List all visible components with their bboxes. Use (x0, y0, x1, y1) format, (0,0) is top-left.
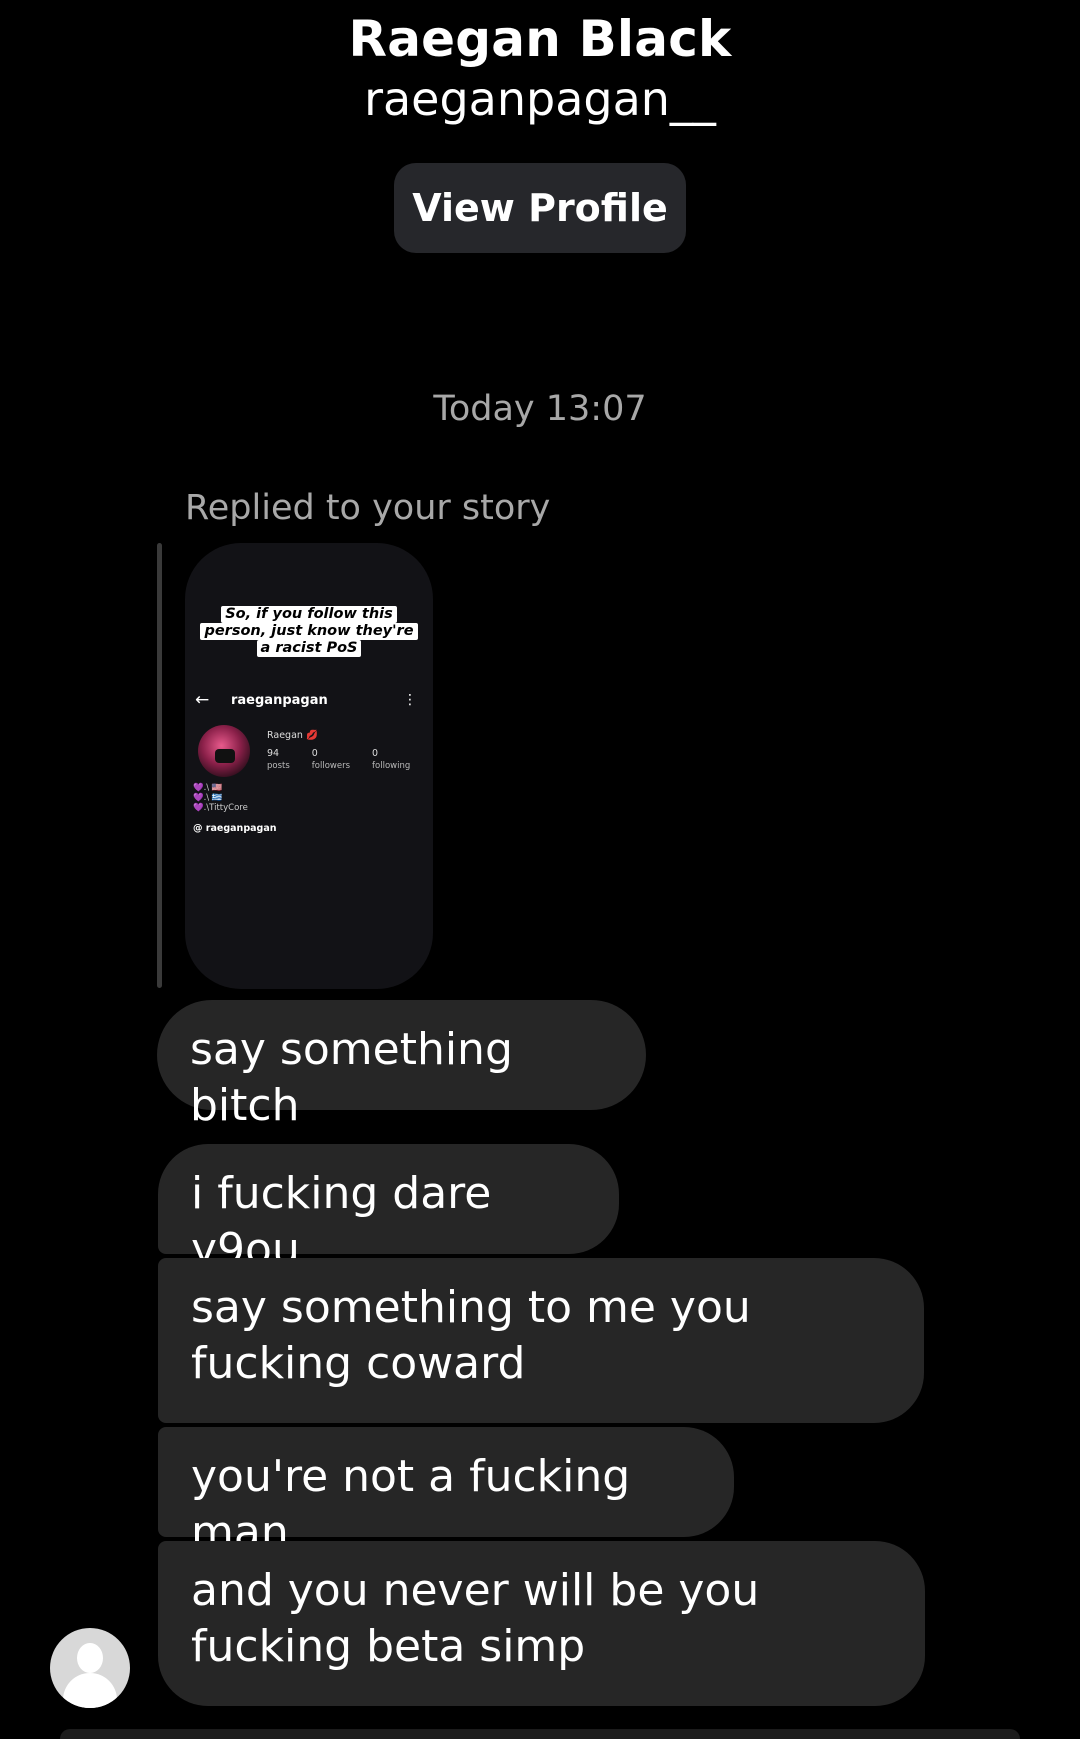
message-bubble[interactable]: you're not a fucking man (158, 1427, 734, 1558)
message-bubble[interactable]: say something bitch (157, 1000, 646, 1131)
composer-edge (60, 1729, 1020, 1739)
contact-username: raeganpagan__ (364, 72, 716, 126)
contact-name: Raegan Black (348, 10, 732, 68)
bio-line: 💜.\ 🇺🇸 (193, 783, 223, 793)
story-reply-label: Replied to your story (185, 488, 551, 528)
posts-label: posts (267, 761, 290, 771)
default-user-icon (77, 1643, 103, 1673)
story-bio: 💜.\ 🇺🇸 💜.\ 🇬🇷 💜.\TittyCore (193, 783, 248, 813)
reply-quote-bar (157, 543, 162, 988)
story-caption: So, if you follow this person, just know… (185, 606, 433, 657)
bio-line: 💜.\ 🇬🇷 (193, 793, 223, 803)
followers-label: followers (311, 761, 351, 771)
story-caption-line: So, if you follow this (221, 606, 397, 623)
story-profile-topbar: ← raeganpagan ⋮ (191, 690, 425, 713)
story-profile-handle: raeganpagan (231, 693, 328, 708)
following-stat: 0 following (372, 748, 410, 772)
more-options-icon: ⋮ (403, 692, 417, 708)
followers-stat: 0 followers (312, 748, 350, 772)
story-caption-line: a racist PoS (256, 640, 362, 657)
following-label: following (372, 761, 411, 771)
message-bubble[interactable]: i fucking dare y9ou (158, 1144, 619, 1275)
story-caption-line: person, just know they're (200, 623, 418, 640)
story-display-name: Raegan 💋 (267, 730, 318, 741)
story-profile-avatar (198, 725, 250, 777)
sender-avatar[interactable] (50, 1628, 130, 1708)
message-bubble[interactable]: say something to me you fucking coward (158, 1258, 924, 1423)
posts-count: 94 (267, 748, 280, 759)
message-timestamp: Today 13:07 (433, 389, 647, 429)
threads-link: @ raeganpagan (193, 823, 277, 834)
view-profile-button[interactable]: View Profile (394, 163, 686, 253)
followers-count: 0 (311, 748, 318, 759)
story-profile-stats: 94 posts 0 followers 0 following (267, 748, 410, 772)
posts-stat: 94 posts (267, 748, 290, 772)
bio-line: 💜.\TittyCore (193, 803, 248, 813)
following-count: 0 (372, 748, 379, 759)
story-preview[interactable]: So, if you follow this person, just know… (185, 543, 433, 989)
message-bubble[interactable]: and you never will be you fucking beta s… (158, 1541, 925, 1706)
back-arrow-icon: ← (195, 690, 210, 710)
